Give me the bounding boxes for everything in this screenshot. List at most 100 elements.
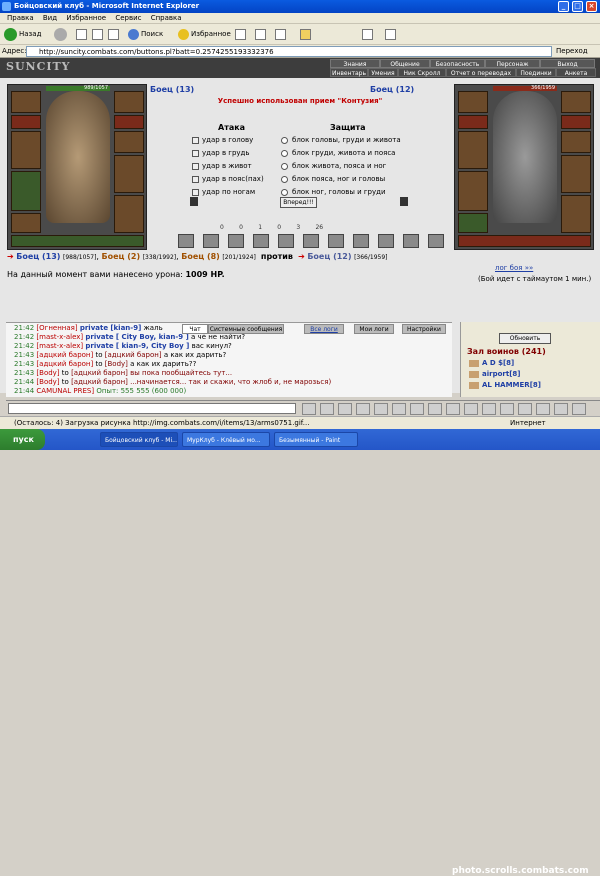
menu-view[interactable]: Вид [43,14,57,22]
tab-settings[interactable]: Настройки [402,324,446,334]
skill-icon[interactable] [328,234,344,248]
mail-button[interactable] [255,27,266,42]
defense-option-5[interactable]: блок ног, головы и груди [281,187,386,197]
menu-favorites[interactable]: Избранное [66,14,106,22]
skill-icon[interactable] [278,234,294,248]
helmet-slot[interactable] [11,91,41,113]
chat-button[interactable] [446,403,460,415]
history-button[interactable] [235,27,246,42]
weapon-slot[interactable] [11,131,41,169]
left-arrow-icon[interactable] [190,197,198,206]
chat-button[interactable] [374,403,388,415]
gloves-slot[interactable] [114,131,144,153]
nav-knowledge[interactable]: Знания [330,59,380,68]
skill-icon[interactable] [178,234,194,248]
menu-tools[interactable]: Сервис [115,14,141,22]
nav-scroll[interactable]: Ник Скролл [398,68,446,77]
search-button[interactable]: Поиск [128,27,163,42]
print-button[interactable] [275,27,286,42]
nav-battles[interactable]: Поединки [516,68,556,77]
defense-option-4[interactable]: блок пояса, ног и головы [281,174,385,184]
summary-fighter-3[interactable]: Боец (8) [181,252,220,261]
maximize-button[interactable]: □ [572,1,583,12]
tab-chat[interactable]: Чат [182,324,208,334]
chat-button[interactable] [302,403,316,415]
skill-icon[interactable] [228,234,244,248]
defense-option-3[interactable]: блок живота, пояса и ног [281,161,386,171]
messenger-button[interactable] [362,27,373,42]
shield-slot[interactable] [114,155,144,193]
chat-button[interactable] [338,403,352,415]
left-fighter-header[interactable]: Боец (13) [150,85,194,94]
address-input[interactable]: http://suncity.combats.com/buttons.pl?ba… [26,46,552,57]
minimize-button[interactable]: _ [558,1,569,12]
forward-button[interactable]: Вперед!!! [280,197,317,208]
chat-button[interactable] [410,403,424,415]
chat-button[interactable] [356,403,370,415]
amulet-slot[interactable] [11,115,41,129]
refresh-list-button[interactable]: Обновить [499,333,551,344]
chat-input[interactable] [8,403,296,414]
menu-edit[interactable]: Правка [7,14,34,22]
right-arrow-icon[interactable] [400,197,408,206]
right-fighter-header[interactable]: Боец (12) [370,85,414,94]
refresh-button[interactable] [92,27,103,42]
tab-my-logs[interactable]: Мои логи [354,324,394,334]
favorites-button[interactable]: Избранное [178,27,231,42]
nav-profile[interactable]: Анкета [556,68,596,77]
attack-option-chest[interactable]: удар в грудь [192,148,250,158]
extra-button[interactable] [385,27,396,42]
summary-fighter-2[interactable]: Боец (2) [102,252,141,261]
defense-option-1[interactable]: блок головы, груди и живота [281,135,401,145]
armor-slot[interactable] [11,171,41,211]
belt-items-slot[interactable] [11,235,144,247]
defense-option-2[interactable]: блок груди, живота и пояса [281,148,395,158]
nav-transfers[interactable]: Отчет о переводах [446,68,516,77]
skill-icon[interactable] [253,234,269,248]
chat-button[interactable] [428,403,442,415]
chat-button[interactable] [392,403,406,415]
chat-button[interactable] [518,403,532,415]
start-button[interactable]: пуск [0,429,45,450]
attack-option-head[interactable]: удар в голову [192,135,253,145]
attack-option-belt[interactable]: удар в пояс(пах) [192,174,264,184]
menu-help[interactable]: Справка [151,14,182,22]
chat-button[interactable] [554,403,568,415]
close-button[interactable]: × [586,1,597,12]
summary-fighter-1[interactable]: Боец (13) [16,252,60,261]
earring-slot[interactable] [114,91,144,113]
nav-security[interactable]: Безопасность [430,59,485,68]
ring-slot[interactable] [114,115,144,129]
skill-icon[interactable] [403,234,419,248]
go-button[interactable]: Переход [556,46,596,57]
tab-system[interactable]: Системные сообщения [208,324,284,334]
stop-button[interactable] [76,27,87,42]
nav-communication[interactable]: Общение [380,59,430,68]
nav-skills[interactable]: Умения [368,68,398,77]
task-item[interactable]: МурКлуб - Клёвый мо... [182,432,270,447]
task-item[interactable]: Бойцовский клуб - Mi... [100,432,178,447]
folder-button[interactable] [300,27,311,42]
summary-fighter-4[interactable]: Боец (12) [307,252,351,261]
back-button[interactable]: Назад [4,27,41,42]
chat-button[interactable] [572,403,586,415]
warrior-item[interactable]: A D $[8] [469,359,514,367]
chat-button[interactable] [320,403,334,415]
skill-icon[interactable] [203,234,219,248]
chat-button[interactable] [464,403,478,415]
boots-slot[interactable] [114,195,144,233]
skill-icon[interactable] [428,234,444,248]
nav-exit[interactable]: Выход [540,59,595,68]
skill-icon[interactable] [378,234,394,248]
skill-icon[interactable] [353,234,369,248]
nav-character[interactable]: Персонаж [485,59,540,68]
chat-button[interactable] [482,403,496,415]
attack-option-stomach[interactable]: удар в живот [192,161,252,171]
task-item[interactable]: Безымянный - Paint [274,432,358,447]
forward-nav-button[interactable] [54,27,69,42]
warrior-item[interactable]: airport[8] [469,370,520,378]
battle-log-link[interactable]: лог боя »» [495,264,533,272]
warrior-item[interactable]: AL HAMMER[8] [469,381,541,389]
belt-slot[interactable] [11,213,41,233]
skill-icon[interactable] [303,234,319,248]
